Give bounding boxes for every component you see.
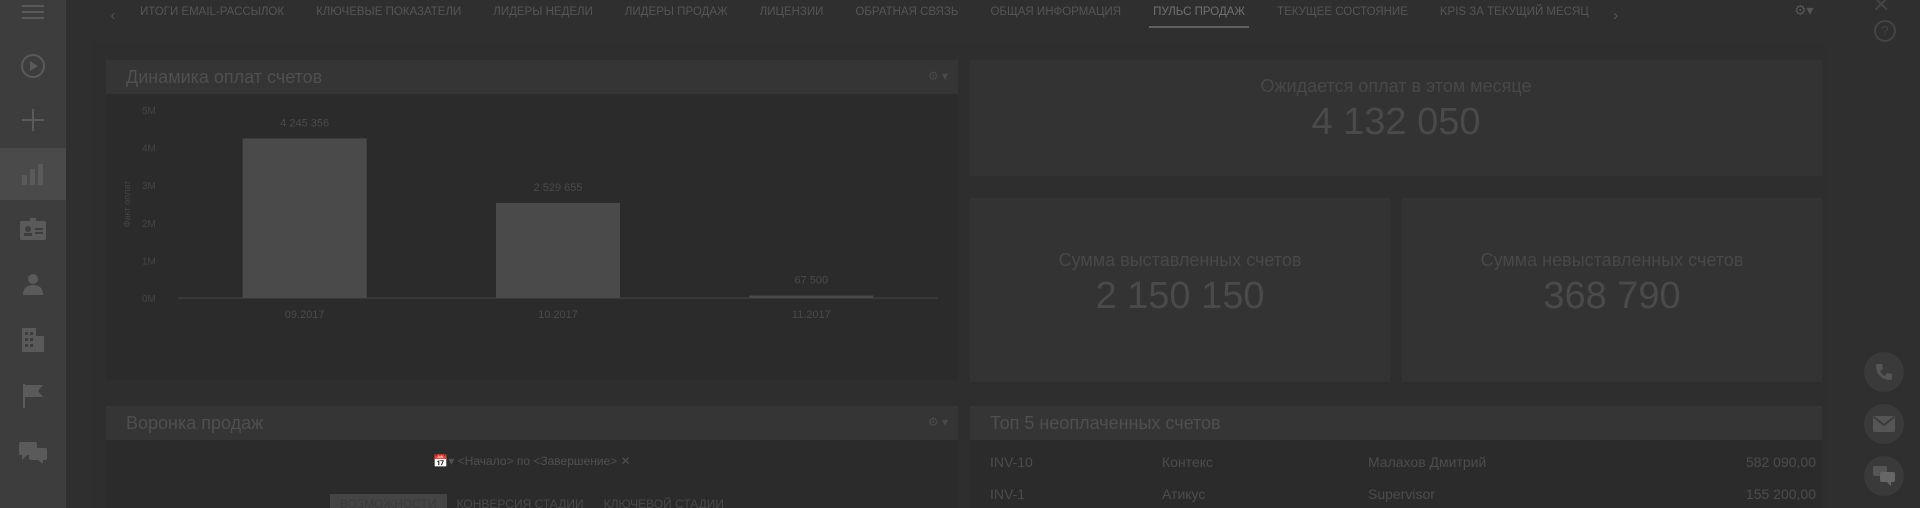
- x-tick-label: 10.2017: [538, 309, 578, 321]
- invoice-account[interactable]: Контекс: [1162, 454, 1213, 470]
- mail-icon[interactable]: [1864, 404, 1904, 444]
- bar-value-label: 4 245 356: [280, 117, 329, 129]
- calendar-icon[interactable]: 📅▾: [433, 454, 454, 468]
- widget-settings-icon[interactable]: ⚙ ▾: [928, 69, 948, 83]
- widget-title: Динамика оплат счетов: [126, 66, 323, 87]
- kpi-label: Сумма невыставленных счетов: [1480, 250, 1744, 270]
- plus-icon[interactable]: [0, 94, 66, 146]
- x-tick-label: 11.2017: [792, 309, 831, 321]
- tab-6[interactable]: ОБЩАЯ ИНФОРМАЦИЯ: [974, 0, 1137, 30]
- payments-chart: 0M 1M 2M 3M 4M 5M Факт оплат 4 245 356 09.2017 2 …: [122, 106, 938, 321]
- dashboard-canvas: Динамика оплат счетов ⚙ ▾ 0M 1M 2M 3M 4M 5M Фа…: [92, 42, 1826, 508]
- flag-icon[interactable]: [0, 370, 66, 422]
- widget-title: Воронка продаж: [126, 412, 264, 433]
- invoice-amount: 155 200,00: [1745, 486, 1816, 502]
- y-tick-label: 2M: [142, 219, 156, 230]
- bar-chart-icon[interactable]: [0, 148, 66, 200]
- invoice-amount: 582 090,00: [1745, 454, 1816, 470]
- funnel-mode-opportunities[interactable]: ВОЗМОЖНОСТИ: [330, 494, 447, 508]
- chat-icon[interactable]: [0, 427, 66, 479]
- funnel-widget: Воронка продаж ⚙ ▾ 📅▾ <Начало> по <Завер…: [106, 406, 958, 508]
- bar: [496, 202, 620, 298]
- y-tick-label: 0M: [142, 294, 156, 305]
- y-tick-label: 4M: [142, 144, 156, 155]
- funnel-mode-conversion[interactable]: КОНВЕРСИЯ СТАДИИ: [447, 494, 594, 508]
- funnel-range: <Начало> по <Завершение>: [457, 454, 618, 468]
- bar: [242, 138, 367, 298]
- bar-value-label: 67 500: [795, 274, 829, 286]
- right-rail: ✕ ?: [1852, 0, 1920, 508]
- gear-icon[interactable]: ⚙▾: [1794, 2, 1814, 19]
- help-icon[interactable]: ?: [1874, 20, 1896, 42]
- main-area: ‹ ИТОГИ EMAIL-РАССЫЛОК КЛЮЧЕВЫЕ ПОКАЗАТЕЛ…: [66, 0, 1852, 508]
- user-icon[interactable]: [0, 258, 66, 310]
- funnel-mode-key-stage[interactable]: КЛЮЧЕВОЙ СТАДИИ: [594, 494, 734, 508]
- tab-4[interactable]: ЛИЦЕНЗИИ: [744, 0, 840, 30]
- y-tick-label: 5M: [142, 106, 156, 117]
- widget-settings-icon[interactable]: ⚙ ▾: [928, 415, 948, 429]
- x-tick-label: 09.2017: [285, 309, 325, 321]
- table-row[interactable]: INV-10 Контекс Малахов Дмитрий 582 090,0…: [970, 448, 1822, 478]
- y-tick-label: 3M: [142, 181, 156, 192]
- tab-7[interactable]: ПУЛЬС ПРОДАЖ: [1137, 0, 1261, 30]
- chat-bubble-icon[interactable]: [1864, 456, 1904, 496]
- tab-8[interactable]: ТЕКУЩЕЕ СОСТОЯНИЕ: [1261, 0, 1424, 30]
- tabs-next-arrow[interactable]: ›: [1605, 7, 1627, 24]
- kpi-value: 368 790: [1543, 275, 1681, 317]
- kpi-label: Сумма выставленных счетов: [1058, 250, 1302, 270]
- menu-icon[interactable]: [0, 0, 66, 38]
- kpi-not-issued-tile: Сумма невыставленных счетов 368 790: [1402, 198, 1822, 382]
- widget-header: Топ 5 неоплаченных счетов: [970, 406, 1822, 440]
- y-tick-label: 1M: [142, 256, 156, 267]
- tabs-prev-arrow[interactable]: ‹: [102, 7, 124, 24]
- contact-card-icon[interactable]: [0, 203, 66, 255]
- funnel-mode-buttons: ВОЗМОЖНОСТИ КОНВЕРСИЯ СТАДИИ КЛЮЧЕВОЙ СТ…: [330, 494, 734, 508]
- payments-widget: Динамика оплат счетов ⚙ ▾ 0M 1M 2M 3M 4M 5M Фа…: [106, 60, 958, 380]
- invoice-owner[interactable]: Малахов Дмитрий: [1368, 454, 1486, 470]
- clear-filter-icon[interactable]: ✕: [621, 454, 631, 468]
- widget-header: Воронка продаж ⚙ ▾: [106, 406, 958, 440]
- phone-icon[interactable]: [1864, 352, 1904, 392]
- tab-2[interactable]: ЛИДЕРЫ НЕДЕЛИ: [477, 0, 609, 30]
- close-icon[interactable]: ✕: [1872, 0, 1890, 18]
- invoice-account[interactable]: Атикус: [1162, 486, 1205, 502]
- kpi-issued-tile: Сумма выставленных счетов 2 150 150: [970, 198, 1390, 382]
- funnel-period-filter[interactable]: 📅▾ <Начало> по <Завершение> ✕: [106, 454, 958, 468]
- kpi-value: 4 132 050: [1311, 101, 1481, 143]
- kpi-expected-tile: Ожидается оплат в этом месяце 4 132 050: [970, 60, 1822, 176]
- building-icon[interactable]: [0, 314, 66, 366]
- tab-5[interactable]: ОБРАТНАЯ СВЯЗЬ: [839, 0, 974, 30]
- widget-title: Топ 5 неоплаченных счетов: [990, 412, 1221, 433]
- invoice-owner[interactable]: Supervisor: [1368, 486, 1435, 502]
- invoice-id[interactable]: INV-10: [990, 454, 1033, 470]
- dashboard-tabbar: ‹ ИТОГИ EMAIL-РАССЫЛОК КЛЮЧЕВЫЕ ПОКАЗАТЕЛ…: [66, 0, 1852, 30]
- widget-header: Динамика оплат счетов ⚙ ▾: [106, 60, 958, 94]
- tab-3[interactable]: ЛИДЕРЫ ПРОДАЖ: [609, 0, 744, 30]
- bar-value-label: 2 529 655: [534, 182, 583, 194]
- unpaid-invoices-widget: Топ 5 неоплаченных счетов INV-10 Контекс…: [970, 406, 1822, 508]
- table-row[interactable]: INV-1 Атикус Supervisor 155 200,00: [970, 480, 1822, 508]
- kpi-label: Ожидается оплат в этом месяце: [1260, 76, 1532, 96]
- tab-1[interactable]: КЛЮЧЕВЫЕ ПОКАЗАТЕЛИ: [300, 0, 477, 30]
- bar: [749, 295, 874, 298]
- tab-0[interactable]: ИТОГИ EMAIL-РАССЫЛОК: [124, 0, 300, 30]
- tab-9[interactable]: KPIS ЗА ТЕКУЩИЙ МЕСЯЦ: [1424, 0, 1605, 30]
- play-circle-icon[interactable]: [0, 40, 66, 92]
- left-sidebar: [0, 0, 66, 508]
- tabs-list: ИТОГИ EMAIL-РАССЫЛОК КЛЮЧЕВЫЕ ПОКАЗАТЕЛИ Л…: [124, 0, 1605, 30]
- y-axis-label: Факт оплат: [122, 181, 132, 228]
- kpi-value: 2 150 150: [1095, 275, 1265, 317]
- invoice-id[interactable]: INV-1: [990, 486, 1025, 502]
